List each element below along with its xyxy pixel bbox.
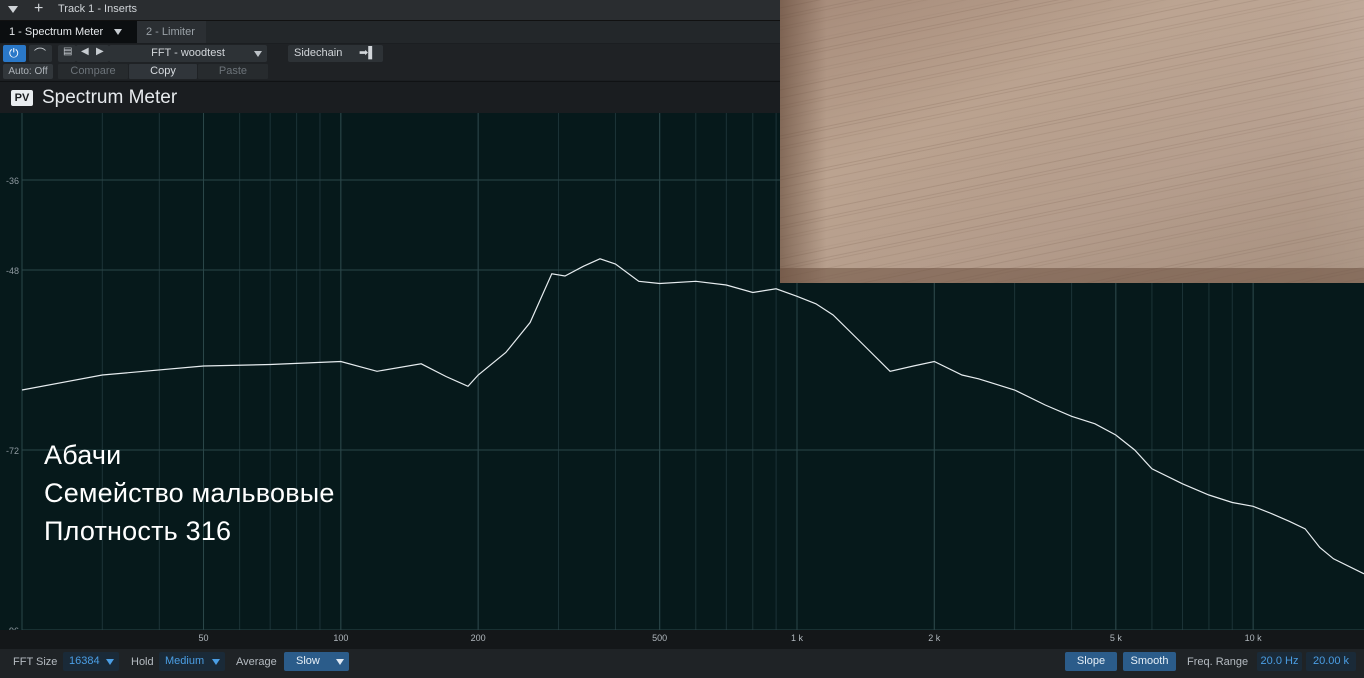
wood-density: Плотность 316 [44,516,232,546]
collapse-triangle-icon[interactable] [8,6,18,13]
hold-value: Medium [165,655,205,667]
compare-button[interactable]: Compare [58,64,128,79]
arrow-right-icon: ▶ [96,46,104,57]
wood-info-overlay: Абачи Семейство мальвовые Плотность 316 [44,436,644,550]
preset-dropdown[interactable]: FFT - woodtest [109,45,267,62]
tab-limiter[interactable]: 2 - Limiter [137,21,206,43]
average-label: Average [236,656,277,668]
list-icon: ▤ [63,46,73,57]
level-tick-label: -72 [6,446,19,456]
frequency-tick-label: 500 [652,633,668,643]
chevron-down-icon [106,659,114,665]
presonus-logo-icon: PV [11,90,33,106]
plugin-control-row-2: Auto: Off Compare Copy Paste [0,63,780,80]
inserts-title-bar: + Track 1 - Inserts [0,0,780,21]
arrow-left-icon: ◀ [81,46,89,57]
wood-family: Семейство мальвовые [44,478,335,508]
bypass-button[interactable]: ⌒ [29,45,52,62]
level-tick-label: -48 [6,266,19,276]
freq-range-max[interactable]: 20.00 k [1306,652,1356,671]
copy-button[interactable]: Copy [129,64,197,79]
level-tick-label: -36 [6,176,19,186]
average-select[interactable]: Slow [284,652,349,671]
chevron-down-icon [336,659,344,665]
frequency-tick-label: 5 k [1109,633,1122,643]
preset-name: FFT - woodtest [151,47,225,59]
tab-spectrum-meter[interactable]: 1 - Spectrum Meter [0,21,137,43]
fft-size-value: 16384 [69,655,100,667]
fft-size-select[interactable]: 16384 [63,652,119,671]
tab-limiter-label: 2 - Limiter [146,26,195,38]
chevron-down-icon[interactable] [114,29,123,36]
freq-range-label: Freq. Range [1187,656,1249,668]
frequency-tick-label: 200 [470,633,486,643]
frequency-tick-label: 2 k [928,633,941,643]
preset-next-button[interactable]: ▶ [91,45,109,62]
frequency-tick-label: 50 [198,633,209,643]
freq-range-min[interactable]: 20.0 Hz [1257,652,1302,671]
arc-icon: ⌒ [34,47,47,61]
chevron-down-icon [254,51,262,57]
paste-button[interactable]: Paste [198,64,268,79]
frequency-tick-label: 1 k [790,633,803,643]
sidechain-button[interactable]: Sidechain ➡▌ [288,45,383,62]
frequency-axis: 50 100 200 500 1 k 2 k 5 k 10 k [0,630,1364,649]
hold-label: Hold [131,656,154,668]
window-title: Track 1 - Inserts [58,3,138,15]
wood-sample-photo [780,0,1364,283]
frequency-tick-label: 10 k [1244,633,1262,643]
plugin-title: Spectrum Meter [42,87,178,108]
level-axis-labels: -36-48-72-96 [6,176,19,630]
slope-button[interactable]: Slope [1065,652,1117,671]
smooth-button[interactable]: Smooth [1123,652,1176,671]
chevron-down-icon [212,659,220,665]
wood-name: Абачи [44,440,122,470]
bottom-control-bar: FFT Size 16384 Hold Medium Average Slow … [0,649,1364,678]
frequency-tick-label: 100 [333,633,349,643]
fft-size-label: FFT Size [13,656,58,668]
average-value: Slow [296,655,320,667]
sidechain-input-icon: ➡▌ [359,47,377,59]
insert-tabs: 1 - Spectrum Meter 2 - Limiter [0,21,780,43]
hold-select[interactable]: Medium [159,652,225,671]
power-icon: ⏻ [9,46,19,60]
automation-mode-button[interactable]: Auto: Off [3,64,53,79]
preset-list-button[interactable]: ▤ [58,45,76,62]
plugin-header: PV Spectrum Meter [0,81,780,114]
sidechain-label: Sidechain [294,47,343,59]
plugin-control-row: ⏻ ⌒ ▤ ◀ ▶ FFT - woodtest Sidechain ➡▌ [0,44,780,63]
add-insert-icon[interactable]: + [34,0,43,18]
power-button[interactable]: ⏻ [3,45,26,62]
tab-spectrum-meter-label: 1 - Spectrum Meter [9,26,104,38]
